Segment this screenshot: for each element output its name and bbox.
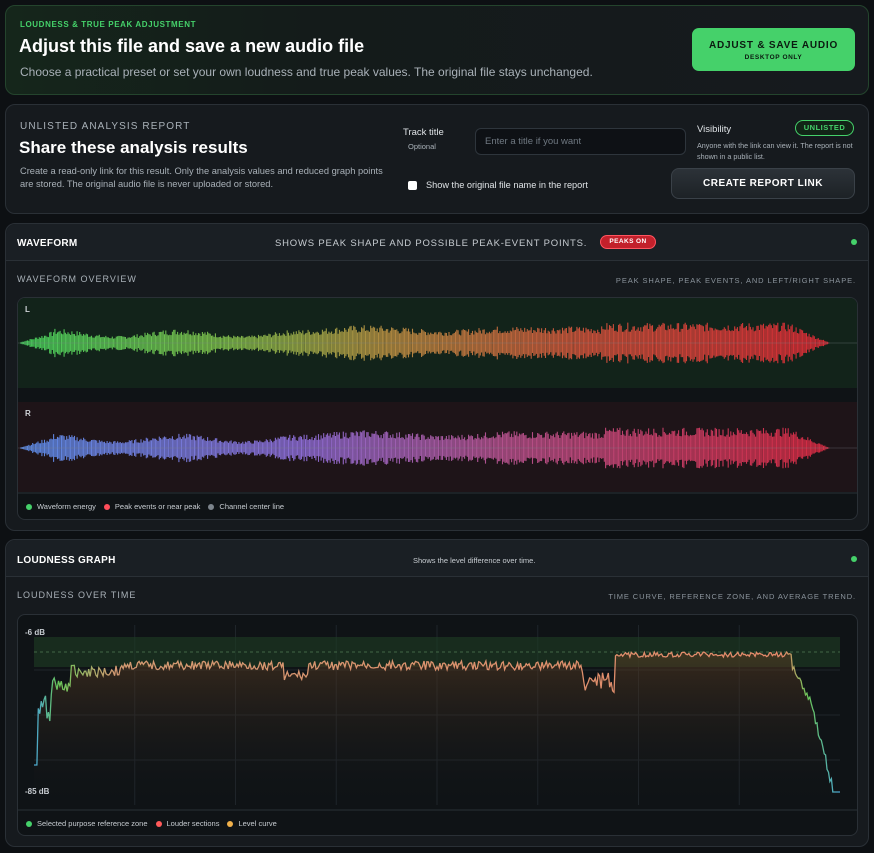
legend-label: Waveform energy	[37, 502, 96, 511]
loudness-plot: -6 dB -85 dB Selected purpose reference …	[17, 614, 858, 836]
track-title-label: Track title	[403, 127, 444, 138]
adjust-title: Adjust this file and save a new audio fi…	[19, 36, 365, 56]
show-filename-label: Show the original file name in the repor…	[426, 180, 588, 190]
loudness-subtitle: LOUDNESS OVER TIME	[17, 590, 137, 600]
waveform-subtitle-right: PEAK SHAPE, PEAK EVENTS, AND LEFT/RIGHT …	[615, 276, 856, 285]
create-report-link-button[interactable]: CREATE REPORT LINK	[671, 168, 855, 199]
loudness-svg: -6 dB -85 dB	[18, 625, 857, 811]
waveform-card: WAVEFORM SHOWS PEAK SHAPE AND POSSIBLE P…	[5, 223, 869, 531]
loudness-area	[34, 652, 840, 805]
y-top-label: -6 dB	[25, 628, 45, 637]
loudness-subtitle-right: TIME CURVE, REFERENCE ZONE, AND AVERAGE …	[608, 592, 856, 601]
visibility-label: Visibility	[697, 124, 732, 135]
status-dot	[851, 239, 857, 245]
track-title-optional: Optional	[408, 142, 436, 151]
waveform-header: WAVEFORM SHOWS PEAK SHAPE AND POSSIBLE P…	[6, 224, 868, 261]
adjust-subtitle: Choose a practical preset or set your ow…	[20, 65, 593, 79]
legend-label: Selected purpose reference zone	[37, 819, 148, 828]
legend-dot-icon	[26, 820, 32, 827]
channel-r-label: R	[25, 409, 31, 418]
report-title: Share these analysis results	[19, 138, 248, 157]
adjust-save-button-label: ADJUST & SAVE AUDIO	[708, 40, 839, 51]
adjust-save-button[interactable]: ADJUST & SAVE AUDIO DESKTOP ONLY	[692, 28, 855, 71]
legend-dot-icon	[103, 503, 110, 510]
show-filename-checkbox[interactable]	[408, 181, 417, 190]
legend-waveform-energy: Waveform energy	[26, 502, 96, 511]
report-eyebrow: UNLISTED ANALYSIS REPORT	[20, 121, 191, 132]
legend-level-curve: Level curve	[227, 819, 277, 828]
track-title-input[interactable]	[475, 128, 686, 155]
legend-dot-icon	[227, 820, 234, 827]
adjust-save-button-sublabel: DESKTOP ONLY	[744, 54, 803, 61]
y-bottom-label: -85 dB	[25, 787, 50, 796]
waveform-subtitle: WAVEFORM OVERVIEW	[17, 274, 137, 284]
legend-reference-zone: Selected purpose reference zone	[26, 819, 148, 828]
waveform-note: SHOWS PEAK SHAPE AND POSSIBLE PEAK-EVENT…	[275, 238, 588, 249]
loudness-note: Shows the level difference over time.	[413, 556, 536, 565]
legend-center-line: Channel center line	[208, 502, 284, 511]
legend-dot-icon	[26, 503, 32, 510]
legend-peak-events: Peak events or near peak	[103, 502, 201, 511]
waveform-plot: L R Waveform energy Peak events or near …	[17, 297, 858, 520]
loudness-legend: Selected purpose reference zone Louder s…	[26, 819, 277, 828]
waveform-svg: L R	[18, 298, 857, 494]
legend-dot-icon	[155, 820, 162, 827]
legend-dot-icon	[208, 503, 215, 510]
peaks-toggle[interactable]: PEAKS ON	[600, 235, 656, 249]
legend-label: Peak events or near peak	[114, 502, 201, 511]
loudness-card: LOUDNESS GRAPH Shows the level differenc…	[5, 539, 869, 847]
adjust-eyebrow: LOUDNESS & TRUE PEAK ADJUSTMENT	[20, 20, 197, 29]
visibility-description: Anyone with the link can view it. The re…	[697, 141, 853, 161]
loudness-header: LOUDNESS GRAPH Shows the level differenc…	[6, 540, 868, 577]
loudness-title: LOUDNESS GRAPH	[17, 555, 116, 566]
waveform-legend: Waveform energy Peak events or near peak…	[26, 502, 284, 511]
report-description: Create a read-only link for this result.…	[20, 166, 383, 189]
legend-label: Channel center line	[219, 502, 285, 511]
visibility-badge: UNLISTED	[795, 120, 854, 136]
waveform-title: WAVEFORM	[17, 238, 78, 249]
legend-label: Louder sections	[166, 819, 220, 828]
report-card: UNLISTED ANALYSIS REPORT Share these ana…	[5, 104, 869, 214]
channel-l-label: L	[25, 305, 30, 314]
legend-label: Level curve	[238, 819, 277, 828]
adjust-card: LOUDNESS & TRUE PEAK ADJUSTMENT Adjust t…	[5, 5, 869, 95]
status-dot	[851, 556, 857, 562]
legend-louder-sections: Louder sections	[155, 819, 220, 828]
